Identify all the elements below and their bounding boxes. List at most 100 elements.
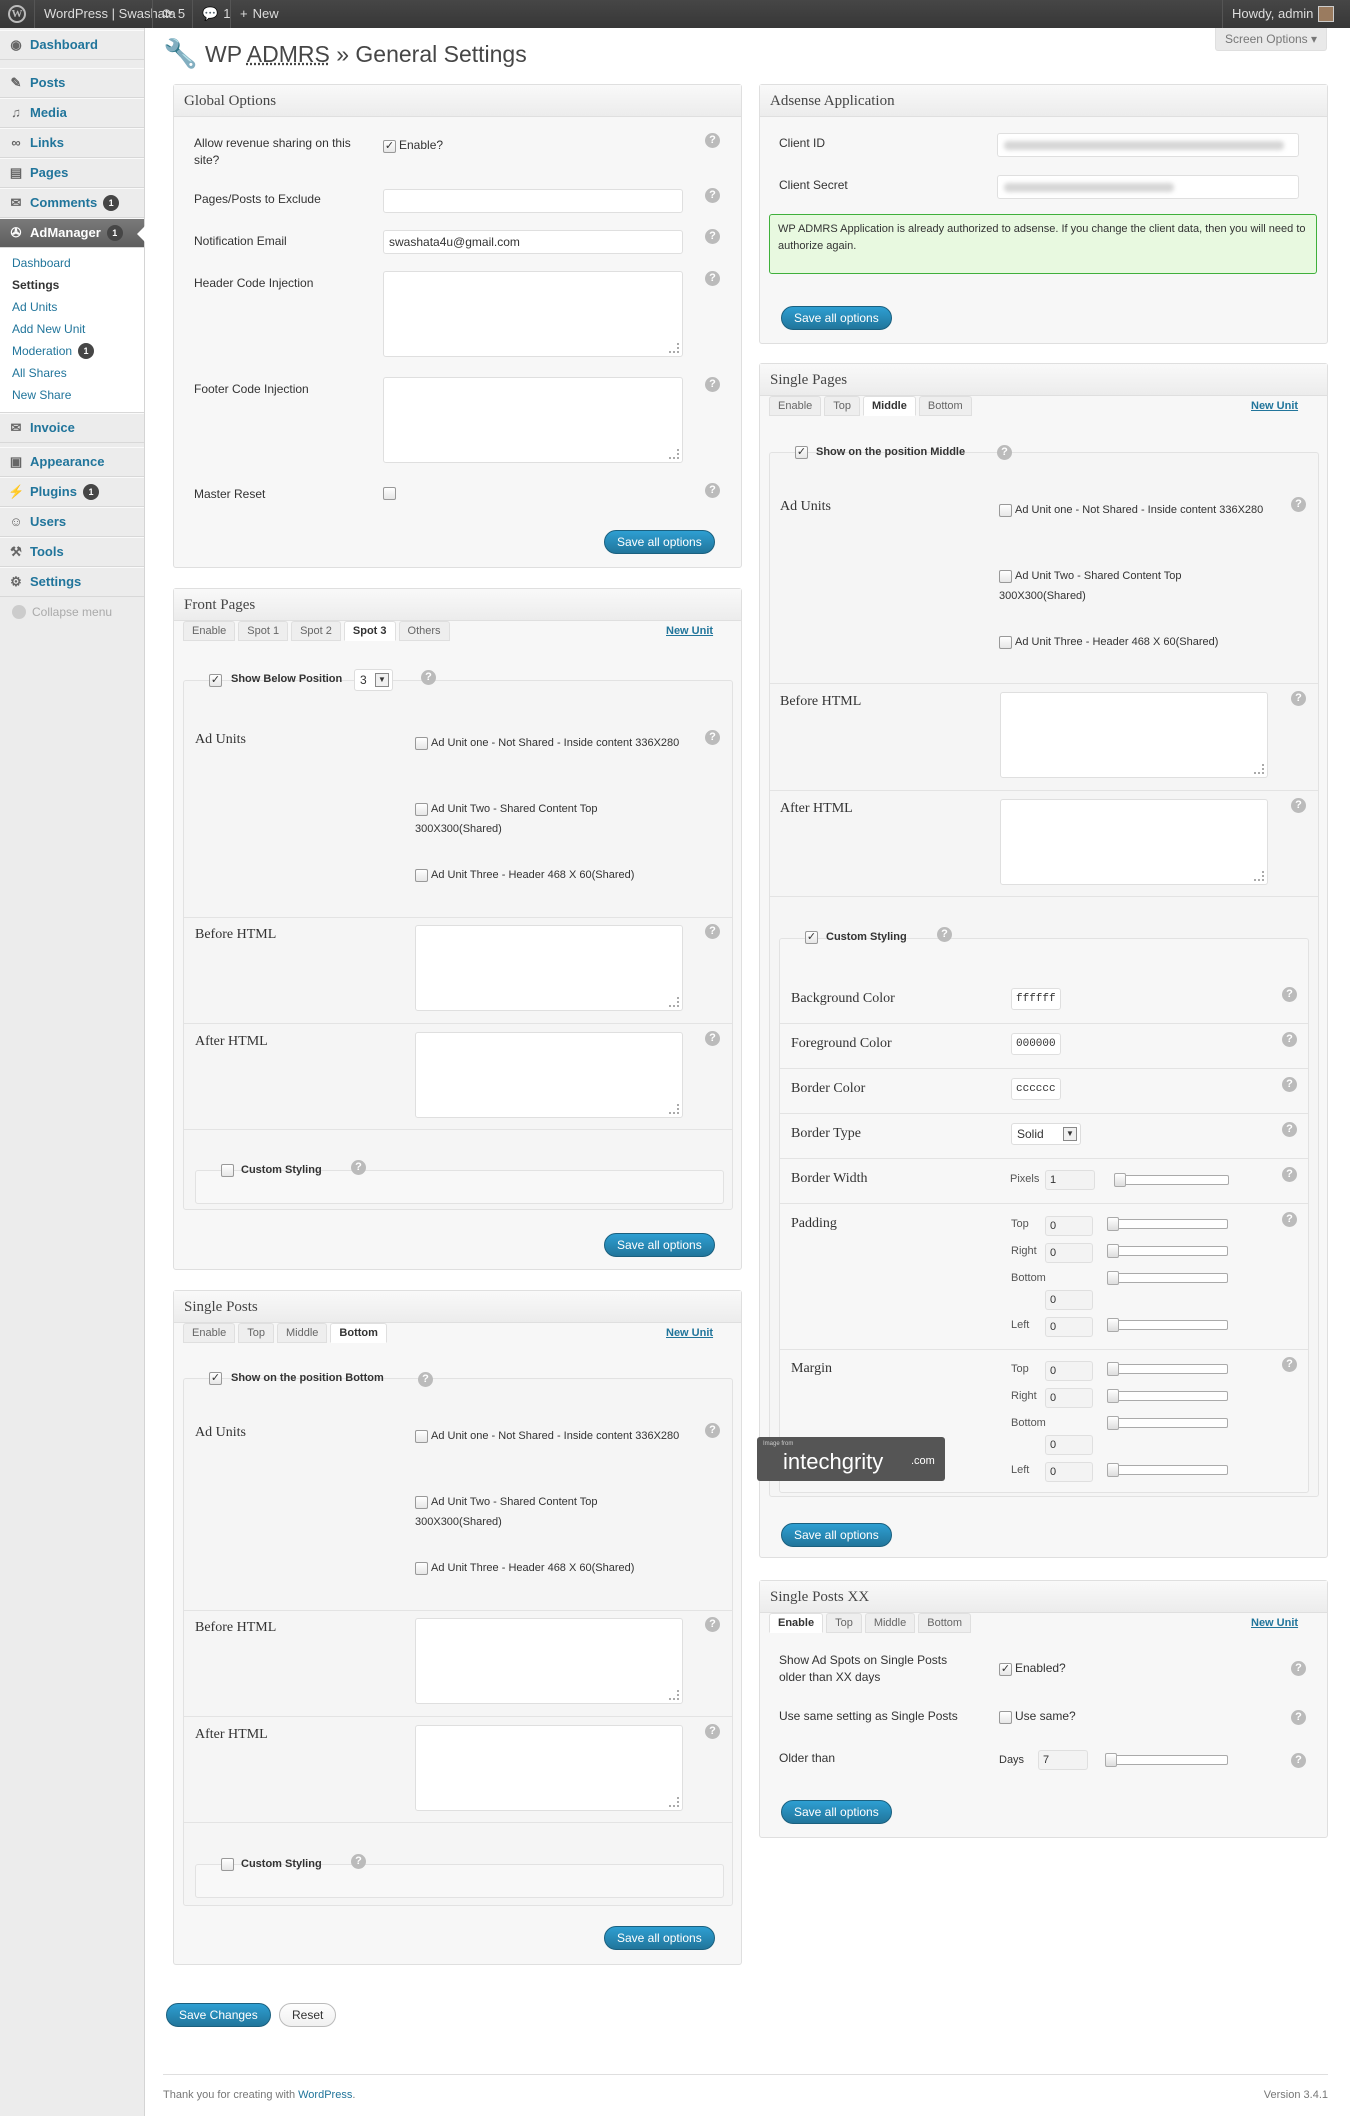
wordpress-link[interactable]: WordPress — [298, 2089, 352, 2101]
submenu-ad-units[interactable]: Ad Units — [0, 296, 144, 318]
slider-handle[interactable] — [1107, 1416, 1119, 1430]
tab-enable[interactable]: Enable — [769, 1613, 824, 1633]
custom-styling-checkbox[interactable] — [221, 1164, 234, 1177]
sidebar-item-settings[interactable]: ⚙ Settings — [0, 567, 144, 597]
help-icon[interactable]: ? — [1282, 987, 1297, 1002]
tab-enable[interactable]: Enable — [183, 621, 236, 641]
help-icon[interactable]: ? — [1291, 1753, 1306, 1768]
help-icon[interactable]: ? — [351, 1160, 366, 1175]
sidebar-item-media[interactable]: ♫ Media — [0, 98, 144, 128]
help-icon[interactable]: ? — [1291, 798, 1306, 813]
submenu-moderation[interactable]: Moderation 1 — [0, 340, 144, 362]
custom-styling-checkbox[interactable] — [221, 1858, 234, 1871]
account-menu[interactable]: Howdy, admin — [1232, 0, 1335, 28]
after-html-textarea[interactable] — [415, 1032, 683, 1118]
help-icon[interactable]: ? — [351, 1854, 366, 1869]
sidebar-item-tools[interactable]: ⚒ Tools — [0, 537, 144, 567]
margin-top-input[interactable]: 0 — [1045, 1361, 1093, 1381]
tab-bottom[interactable]: Bottom — [330, 1323, 387, 1343]
sidebar-item-admanager[interactable]: ✇ AdManager 1 — [0, 218, 145, 248]
slider-handle[interactable] — [1107, 1362, 1119, 1376]
sidebar-item-invoice[interactable]: ✉ Invoice — [0, 413, 144, 443]
tab-top[interactable]: Top — [824, 396, 861, 416]
slider-handle[interactable] — [1107, 1318, 1119, 1332]
submenu-all-shares[interactable]: All Shares — [0, 362, 144, 384]
tab-spot-1[interactable]: Spot 1 — [238, 621, 289, 641]
days-slider[interactable] — [1105, 1753, 1228, 1767]
padding-bottom-input[interactable]: 0 — [1045, 1290, 1093, 1310]
help-icon[interactable]: ? — [1282, 1122, 1297, 1137]
single-posts-save-button[interactable]: Save all options — [604, 1926, 715, 1950]
footer-injection-textarea[interactable] — [383, 377, 683, 463]
border-type-select[interactable]: Solid ▼ — [1011, 1123, 1081, 1145]
submenu-settings[interactable]: Settings — [0, 274, 144, 296]
help-icon[interactable]: ? — [1291, 1661, 1306, 1676]
screen-options-button[interactable]: Screen Options ▾ — [1215, 28, 1327, 51]
slider-handle[interactable] — [1107, 1217, 1119, 1231]
help-icon[interactable]: ? — [705, 1423, 720, 1438]
help-icon[interactable]: ? — [1282, 1167, 1297, 1182]
margin-bottom-slider[interactable] — [1107, 1416, 1228, 1430]
submenu-new-share[interactable]: New Share — [0, 384, 144, 406]
comments-link[interactable]: 💬 1 — [202, 0, 230, 28]
new-unit-link[interactable]: New Unit — [1251, 1617, 1298, 1629]
before-html-textarea[interactable] — [415, 1618, 683, 1704]
border-color-input[interactable]: cccccc — [1011, 1078, 1061, 1100]
client-secret-input[interactable] — [997, 175, 1299, 199]
after-html-textarea[interactable] — [415, 1725, 683, 1811]
slider-handle[interactable] — [1105, 1753, 1117, 1767]
slider-handle[interactable] — [1107, 1389, 1119, 1403]
help-icon[interactable]: ? — [705, 133, 720, 148]
margin-bottom-input[interactable]: 0 — [1045, 1435, 1093, 1455]
help-icon[interactable]: ? — [1291, 1710, 1306, 1725]
adsense-save-button[interactable]: Save all options — [781, 306, 892, 330]
enabled-checkbox[interactable]: ✓ — [999, 1663, 1012, 1676]
help-icon[interactable]: ? — [705, 1031, 720, 1046]
sidebar-item-dashboard[interactable]: ◉ Dashboard — [0, 30, 144, 60]
help-icon[interactable]: ? — [1282, 1032, 1297, 1047]
help-icon[interactable]: ? — [997, 445, 1012, 460]
help-icon[interactable]: ? — [705, 1724, 720, 1739]
help-icon[interactable]: ? — [705, 188, 720, 203]
updates-link[interactable]: ⟳ 5 — [162, 0, 185, 28]
tab-bottom[interactable]: Bottom — [918, 1613, 972, 1633]
collapse-menu-button[interactable]: Collapse menu — [0, 597, 144, 627]
front-save-button[interactable]: Save all options — [604, 1233, 715, 1257]
sidebar-item-links[interactable]: ∞ Links — [0, 128, 144, 158]
margin-left-slider[interactable] — [1107, 1463, 1228, 1477]
sidebar-item-users[interactable]: ☺ Users — [0, 507, 144, 537]
single-posts-xx-save-button[interactable]: Save all options — [781, 1800, 892, 1824]
position-select[interactable]: 3 ▼ — [354, 669, 393, 691]
help-icon[interactable]: ? — [705, 229, 720, 244]
padding-left-input[interactable]: 0 — [1045, 1317, 1093, 1337]
new-unit-link[interactable]: New Unit — [666, 1327, 713, 1339]
slider-handle[interactable] — [1107, 1271, 1119, 1285]
padding-bottom-slider[interactable] — [1107, 1271, 1228, 1285]
help-icon[interactable]: ? — [418, 1372, 433, 1387]
global-save-button[interactable]: Save all options — [604, 530, 715, 554]
help-icon[interactable]: ? — [1282, 1077, 1297, 1092]
tab-bottom[interactable]: Bottom — [918, 396, 972, 416]
tab-middle[interactable]: Middle — [863, 396, 916, 416]
sidebar-item-pages[interactable]: ▤ Pages — [0, 158, 144, 188]
margin-top-slider[interactable] — [1107, 1362, 1228, 1376]
wordpress-logo-icon[interactable]: W — [8, 0, 26, 28]
custom-styling-checkbox[interactable]: ✓ — [805, 931, 818, 944]
after-html-textarea[interactable] — [1000, 799, 1268, 885]
exclude-input[interactable] — [383, 189, 683, 213]
tab-top[interactable]: Top — [238, 1323, 275, 1343]
background-color-input[interactable]: ffffff — [1011, 988, 1061, 1010]
slider-handle[interactable] — [1107, 1244, 1119, 1258]
tab-enable[interactable]: Enable — [183, 1323, 236, 1343]
padding-top-slider[interactable] — [1107, 1217, 1228, 1231]
tab-enable[interactable]: Enable — [769, 396, 822, 416]
site-name-link[interactable]: WordPress | Swashata — [44, 0, 176, 28]
help-icon[interactable]: ? — [1291, 497, 1306, 512]
slider-handle[interactable] — [1107, 1463, 1119, 1477]
show-below-checkbox[interactable]: ✓ — [209, 674, 222, 687]
show-position-checkbox[interactable]: ✓ — [209, 1372, 222, 1385]
new-content-link[interactable]: + New — [240, 0, 279, 28]
sidebar-item-plugins[interactable]: ⚡ Plugins 1 — [0, 477, 144, 507]
sidebar-item-posts[interactable]: ✎ Posts — [0, 68, 144, 98]
slider-handle[interactable] — [1114, 1173, 1126, 1187]
